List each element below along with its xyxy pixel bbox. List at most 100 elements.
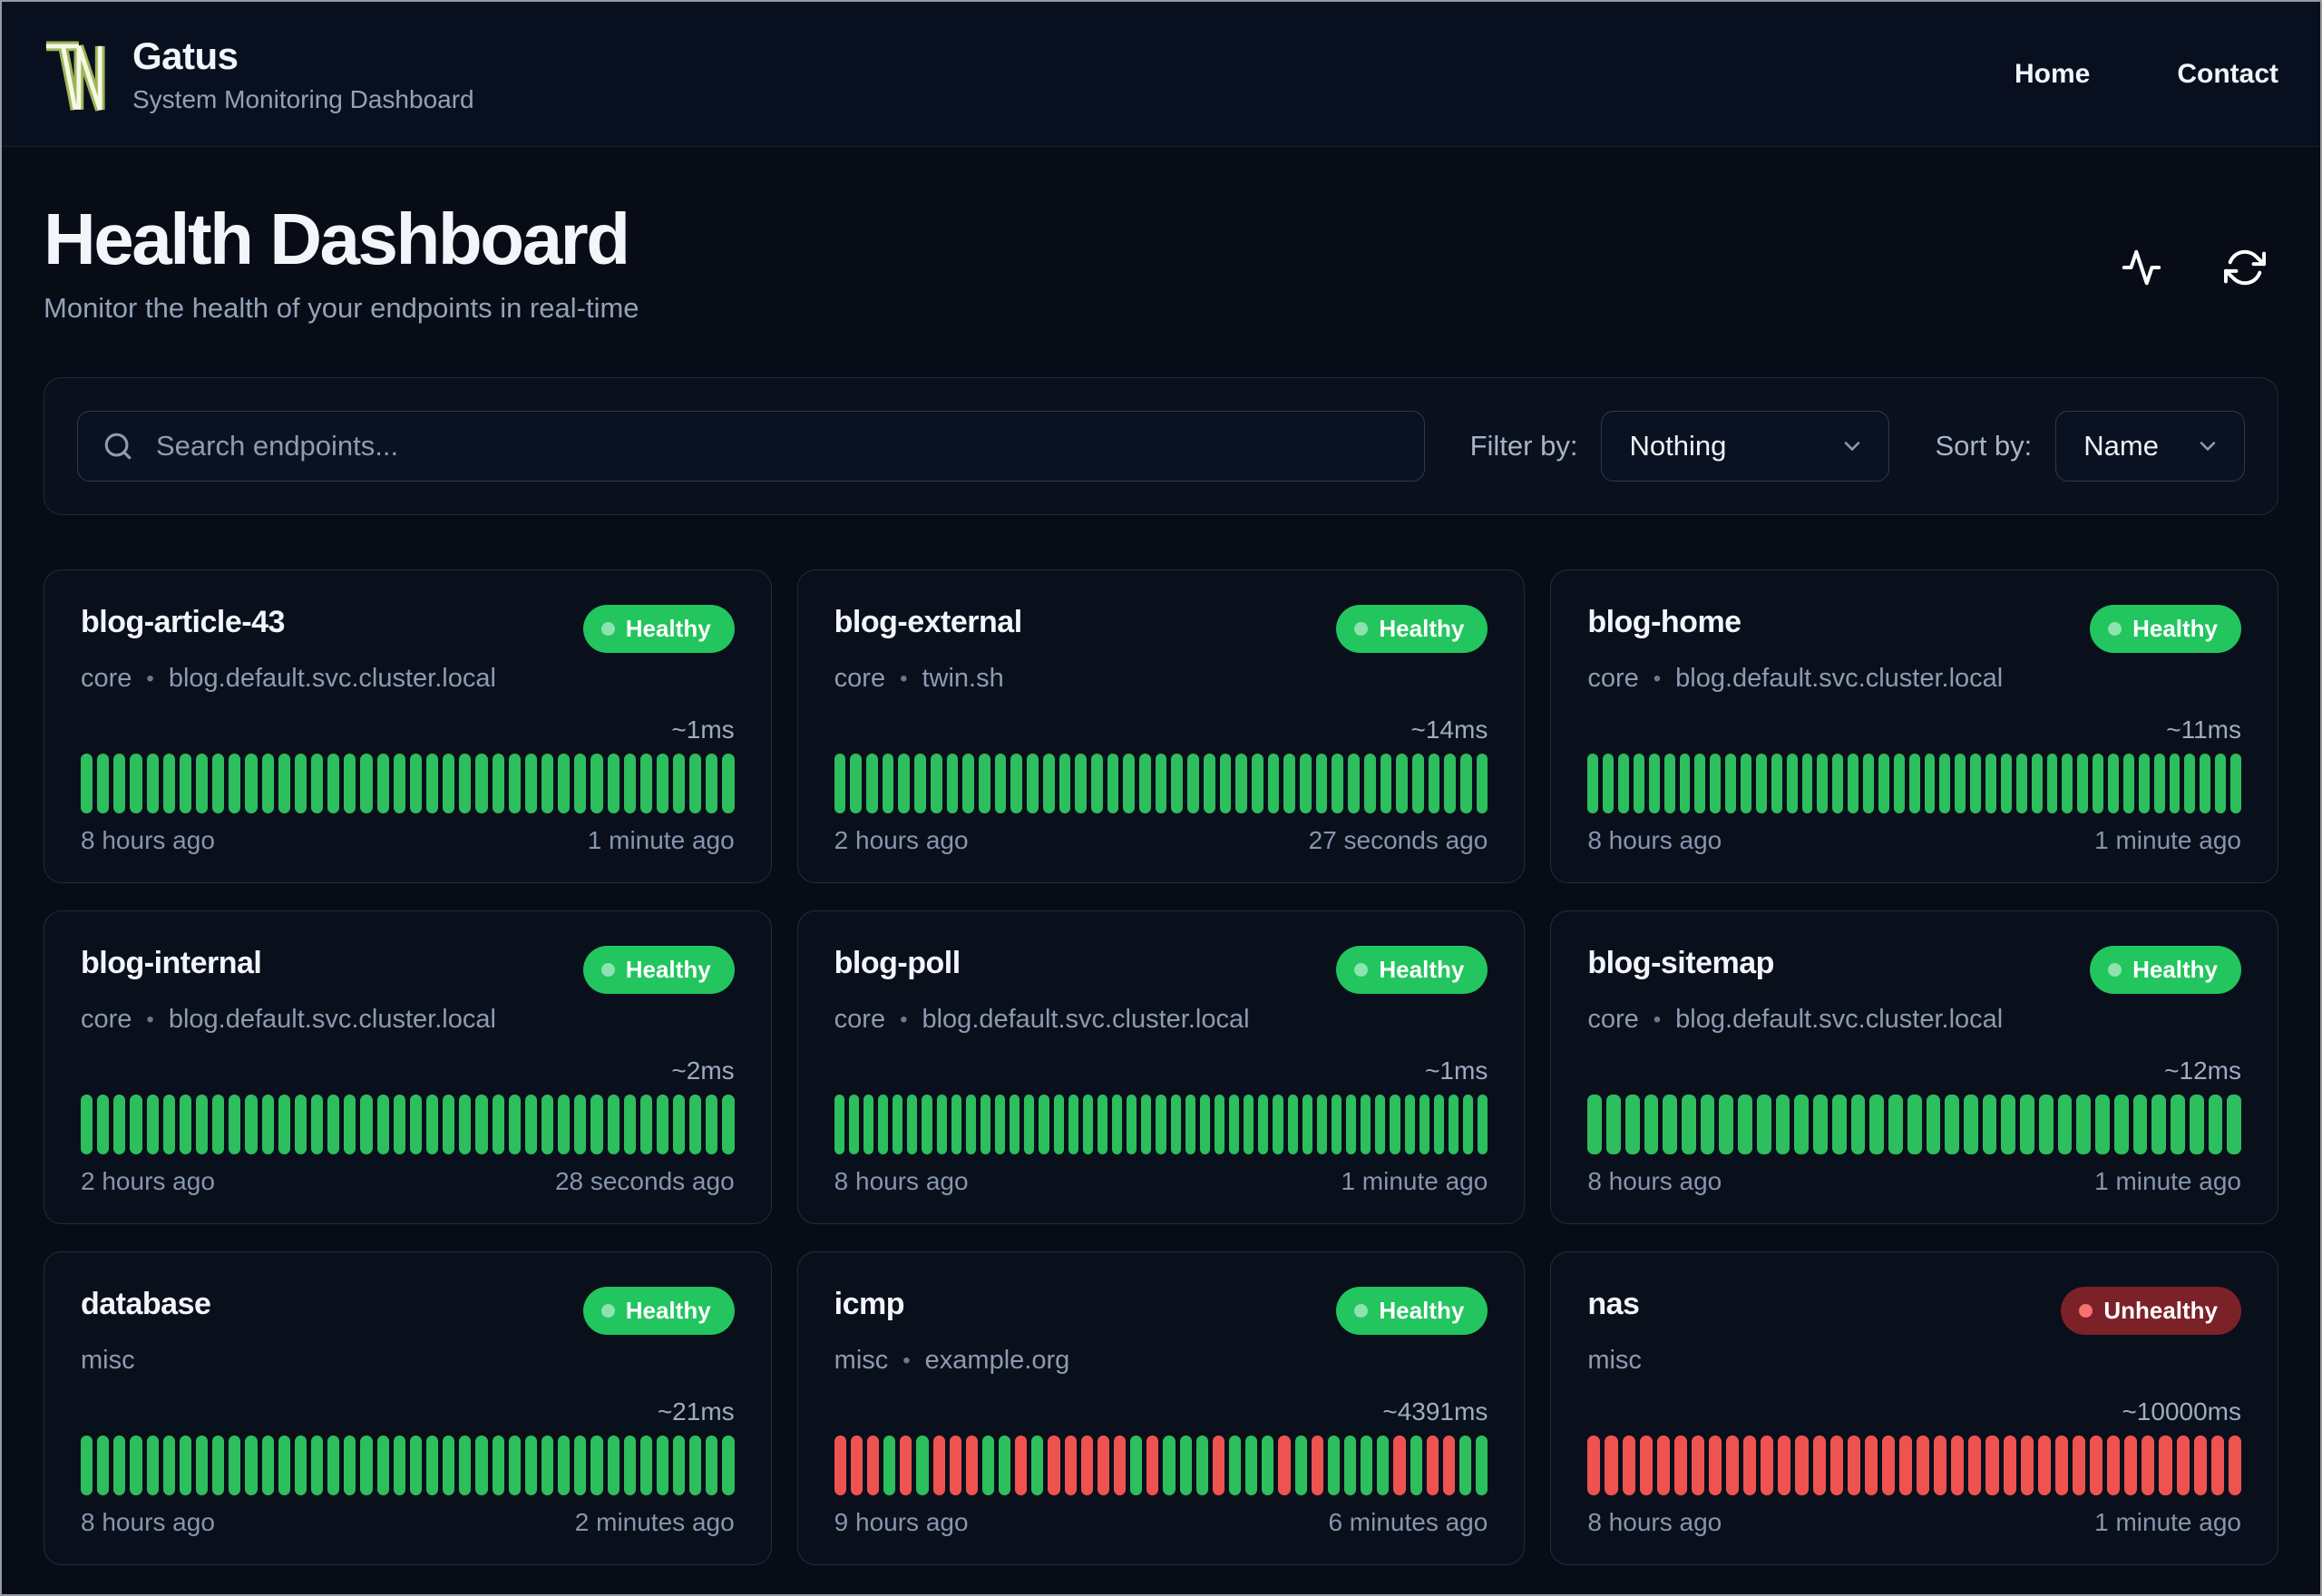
endpoint-card[interactable]: blog-sitemap Healthy core • blog.default…	[1550, 910, 2278, 1224]
history-bar[interactable]	[261, 1095, 274, 1154]
nav-link-contact[interactable]: Contact	[2177, 59, 2278, 90]
history-bar[interactable]	[1985, 754, 1996, 813]
history-bar[interactable]	[1410, 1435, 1422, 1495]
history-bar[interactable]	[1622, 1435, 1635, 1495]
history-bar[interactable]	[1344, 1435, 1357, 1495]
history-bar[interactable]	[344, 1095, 356, 1154]
history-bar[interactable]	[558, 1095, 571, 1154]
history-bar[interactable]	[1801, 754, 1813, 813]
history-bar[interactable]	[1245, 1435, 1258, 1495]
history-bar[interactable]	[1639, 1435, 1653, 1495]
endpoint-card[interactable]: blog-external Healthy core • twin.sh ~14…	[796, 569, 1526, 883]
history-bar[interactable]	[1139, 754, 1151, 813]
history-bar[interactable]	[689, 1435, 702, 1495]
history-bar[interactable]	[1024, 1095, 1035, 1154]
history-bar[interactable]	[1170, 1095, 1181, 1154]
history-bar[interactable]	[1673, 1435, 1687, 1495]
history-bar[interactable]	[425, 1435, 439, 1495]
history-bar[interactable]	[294, 1095, 307, 1154]
history-bar[interactable]	[278, 1095, 290, 1154]
history-bar[interactable]	[946, 754, 959, 813]
history-bar[interactable]	[1719, 1095, 1734, 1154]
history-bar[interactable]	[179, 1435, 191, 1495]
history-bar[interactable]	[656, 1095, 669, 1154]
history-bar[interactable]	[2151, 1095, 2167, 1154]
history-bar[interactable]	[2200, 754, 2211, 813]
history-bar[interactable]	[1663, 754, 1675, 813]
history-bar[interactable]	[97, 1435, 110, 1495]
history-bar[interactable]	[1114, 1435, 1127, 1495]
history-bar[interactable]	[1878, 754, 1889, 813]
history-bar[interactable]	[607, 1095, 620, 1154]
history-bar[interactable]	[1267, 754, 1280, 813]
history-bar[interactable]	[1982, 1095, 1997, 1154]
history-bar[interactable]	[376, 1435, 389, 1495]
history-bar[interactable]	[1648, 754, 1660, 813]
history-bar[interactable]	[1682, 1095, 1696, 1154]
history-bar[interactable]	[278, 1435, 290, 1495]
history-bar[interactable]	[878, 1095, 889, 1154]
history-bar[interactable]	[1831, 1095, 1847, 1154]
history-bar[interactable]	[1945, 1095, 1960, 1154]
history-bar[interactable]	[1970, 754, 1982, 813]
history-bar[interactable]	[1302, 1095, 1312, 1154]
history-bar[interactable]	[1864, 1435, 1878, 1495]
history-bar[interactable]	[1679, 754, 1691, 813]
history-bar[interactable]	[294, 1435, 307, 1495]
history-bar[interactable]	[1795, 1435, 1809, 1495]
history-bar[interactable]	[1361, 1435, 1373, 1495]
history-bar[interactable]	[1700, 1095, 1715, 1154]
history-bar[interactable]	[936, 1095, 947, 1154]
history-bar[interactable]	[689, 1095, 702, 1154]
history-bar[interactable]	[541, 1095, 554, 1154]
history-bar[interactable]	[2003, 1435, 2016, 1495]
history-bar[interactable]	[459, 754, 472, 813]
history-bar[interactable]	[623, 754, 636, 813]
endpoint-card[interactable]: nas Unhealthy misc ~10000ms 8 hours ago …	[1550, 1251, 2278, 1565]
history-bar[interactable]	[1010, 1095, 1020, 1154]
history-bar[interactable]	[1363, 754, 1376, 813]
history-bar[interactable]	[2015, 754, 2027, 813]
history-bar[interactable]	[706, 1435, 718, 1495]
history-bar[interactable]	[327, 754, 340, 813]
history-bar[interactable]	[97, 1095, 110, 1154]
history-bar[interactable]	[1346, 1095, 1357, 1154]
history-bar[interactable]	[866, 1435, 880, 1495]
history-bar[interactable]	[722, 754, 735, 813]
history-bar[interactable]	[229, 1435, 241, 1495]
history-bar[interactable]	[1187, 754, 1199, 813]
history-bar[interactable]	[882, 754, 894, 813]
history-bar[interactable]	[310, 754, 324, 813]
history-bar[interactable]	[1587, 1095, 1603, 1154]
history-bar[interactable]	[1123, 754, 1136, 813]
history-bar[interactable]	[639, 1435, 652, 1495]
history-bar[interactable]	[1618, 754, 1629, 813]
search-input[interactable]	[77, 411, 1425, 482]
history-bar[interactable]	[1082, 1095, 1093, 1154]
history-bar[interactable]	[978, 754, 990, 813]
history-bar[interactable]	[344, 1435, 356, 1495]
history-bar[interactable]	[195, 754, 209, 813]
history-bar[interactable]	[1428, 754, 1440, 813]
history-bar[interactable]	[574, 1095, 587, 1154]
history-bar[interactable]	[558, 754, 571, 813]
history-bar[interactable]	[376, 1095, 389, 1154]
history-bar[interactable]	[1195, 1435, 1208, 1495]
history-bar[interactable]	[2184, 754, 2196, 813]
history-bar[interactable]	[1396, 754, 1408, 813]
history-bar[interactable]	[2193, 1435, 2207, 1495]
history-bar[interactable]	[1185, 1095, 1195, 1154]
history-bar[interactable]	[590, 1435, 603, 1495]
history-bar[interactable]	[1985, 1435, 1999, 1495]
history-bar[interactable]	[443, 1095, 455, 1154]
history-bar[interactable]	[607, 754, 620, 813]
history-bar[interactable]	[524, 1435, 537, 1495]
history-bar[interactable]	[524, 754, 537, 813]
history-bar[interactable]	[1761, 1435, 1774, 1495]
history-bar[interactable]	[146, 754, 159, 813]
history-bar[interactable]	[916, 1435, 929, 1495]
history-bar[interactable]	[1725, 754, 1737, 813]
history-bar[interactable]	[2001, 1095, 2016, 1154]
history-bar[interactable]	[1316, 1095, 1327, 1154]
history-bar[interactable]	[162, 1435, 175, 1495]
